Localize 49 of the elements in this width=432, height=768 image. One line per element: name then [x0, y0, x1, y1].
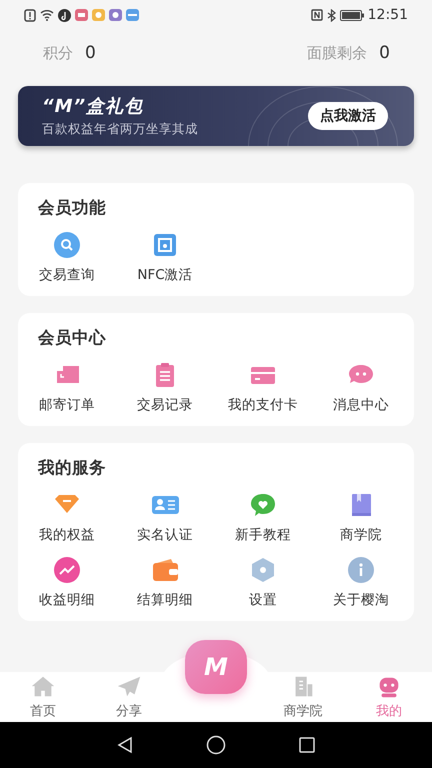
banner-title: “M”盒礼包	[42, 95, 144, 118]
app-icon	[126, 9, 139, 21]
hexagon-icon	[249, 556, 277, 584]
menu-item[interactable]: 收益明细	[18, 556, 116, 609]
tab[interactable]: 商学院	[260, 672, 346, 722]
section-title: 会员中心	[38, 327, 107, 349]
menu-item[interactable]: 新手教程	[214, 491, 312, 544]
recents-button[interactable]	[298, 736, 316, 754]
home-button[interactable]	[206, 735, 226, 755]
nfc-icon	[310, 9, 323, 21]
stat-value: 0	[379, 43, 390, 63]
menu-item[interactable]: 商学院	[312, 491, 410, 544]
menu-item[interactable]: 关于樱淘	[312, 556, 410, 609]
search-icon	[53, 231, 81, 259]
info-icon	[347, 556, 375, 584]
clock-time: 12:51	[368, 7, 408, 23]
menu-item[interactable]: 我的支付卡	[214, 361, 312, 414]
app-icon	[75, 9, 88, 21]
menu-item[interactable]: 交易查询	[18, 231, 116, 284]
nfc-card-icon	[151, 231, 179, 259]
tab[interactable]: 分享	[86, 672, 172, 722]
menu-item[interactable]: 结算明细	[116, 556, 214, 609]
menu-item[interactable]: 实名认证	[116, 491, 214, 544]
back-button[interactable]	[116, 736, 134, 754]
stat-label: 面膜剩余	[307, 44, 368, 63]
app-icon	[92, 9, 105, 21]
tab[interactable]: 首页	[0, 672, 86, 722]
wifi-icon	[40, 9, 54, 21]
menu-item[interactable]: NFC激活	[116, 231, 214, 284]
wallet-icon	[151, 556, 179, 584]
promo-banner[interactable]: “M”盒礼包 百款权益年省两万坐享其成 点我激活	[18, 86, 414, 146]
menu-item[interactable]: 设置	[214, 556, 312, 609]
section-title: 我的服务	[38, 457, 107, 479]
battery-icon	[340, 10, 364, 20]
section-title: 会员功能	[38, 197, 107, 219]
activate-button[interactable]: 点我激活	[308, 102, 388, 130]
app-icon	[58, 8, 71, 22]
banner-subtitle: 百款权益年省两万坐享其成	[42, 121, 198, 138]
menu-item[interactable]: 邮寄订单	[18, 361, 116, 414]
menu-item[interactable]: 我的权益	[18, 491, 116, 544]
stat-label: 积分	[43, 44, 73, 63]
notification-icon	[24, 8, 36, 22]
menu-item[interactable]: 交易记录	[116, 361, 214, 414]
stat-value: 0	[85, 43, 96, 63]
bluetooth-icon	[326, 8, 336, 22]
menu-item[interactable]: 消息中心	[312, 361, 410, 414]
trend-icon	[53, 556, 81, 584]
app-icon	[109, 9, 122, 21]
heart-bubble-icon	[249, 491, 277, 519]
